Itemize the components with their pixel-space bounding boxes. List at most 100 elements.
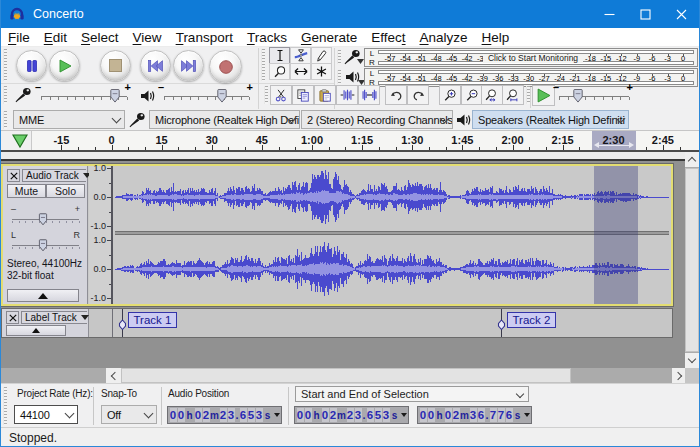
play-at-speed-slider[interactable]: – + [559,88,629,104]
time-dot[interactable]: . [362,409,366,421]
time-digit[interactable]: 5 [248,408,255,422]
slider-thumb[interactable] [39,238,48,251]
time-digit[interactable]: 2 [453,408,460,422]
time-digit[interactable]: 2 [330,408,337,422]
time-digit[interactable]: 3 [383,408,390,422]
draw-tool-button[interactable] [311,47,332,64]
paste-button[interactable] [314,85,336,105]
time-format-dropdown-icon[interactable] [401,413,407,417]
waveform-right-channel[interactable] [115,235,669,302]
recording-meter[interactable]: LR -57-54-51-48-45-42-39-36-33-30-27-24-… [364,48,698,67]
pinned-play-head-button[interactable] [1,131,32,150]
multi-tool-button[interactable] [311,63,332,80]
stop-button[interactable] [100,50,131,81]
time-unit[interactable]: m [210,408,219,422]
vertical-scrollbar-thumb[interactable] [685,168,699,352]
time-format-dropdown-icon[interactable] [274,413,280,417]
menu-generate[interactable]: Generate [294,30,364,45]
time-unit[interactable]: s [390,408,399,422]
skip-to-start-button[interactable] [140,50,171,81]
record-meter-dropdown-icon[interactable] [357,59,364,64]
time-digit[interactable]: 3 [355,408,362,422]
waveform-area[interactable] [115,166,669,304]
scroll-left-button[interactable] [106,368,121,383]
time-digit[interactable]: 6 [478,408,485,422]
vertical-scrollbar[interactable] [685,152,699,368]
time-unit[interactable]: s [263,408,272,422]
zoom-fit-button[interactable] [502,85,524,105]
time-digit[interactable]: 6 [506,408,513,422]
time-digit[interactable]: 2 [347,408,354,422]
time-unit[interactable]: h [185,408,194,422]
time-digit[interactable]: 2 [220,408,227,422]
time-digit[interactable]: 0 [178,408,185,422]
selection-toolbar-grip[interactable] [3,387,7,425]
redo-button[interactable] [407,85,429,105]
label-marker[interactable] [117,309,128,337]
envelope-tool-button[interactable] [290,47,311,64]
menu-help[interactable]: Help [475,30,517,45]
menu-select[interactable]: Select [74,30,126,45]
playback-meter-grip[interactable] [337,70,341,84]
track-label[interactable]: Track 2 [507,312,557,328]
slider-thumb[interactable] [109,89,120,104]
slider-thumb[interactable] [39,212,48,225]
project-rate-combo[interactable]: 44100 [14,405,78,424]
gain-slider[interactable]: – + [12,212,79,226]
playback-device-combo[interactable]: Speakers (Realtek High Definiti [472,110,629,129]
audio-track-close-button[interactable] [7,169,20,182]
label-track-name-menu[interactable]: Label Track [21,311,87,324]
audio-position-field[interactable]: 00h02m23.653s [167,406,282,424]
recording-volume-slider[interactable]: – + [41,88,127,104]
cut-button[interactable] [270,85,292,105]
collapse-label-track-button[interactable] [6,325,66,336]
time-unit[interactable]: h [435,408,444,422]
play-at-speed-grip[interactable] [526,86,530,104]
solo-button[interactable]: Solo [46,184,85,198]
time-unit[interactable]: h [312,408,321,422]
waveform-left-channel[interactable] [115,166,669,231]
label-marker[interactable] [496,309,507,337]
pan-slider[interactable]: L R [12,238,79,252]
mixer-toolbar-grip[interactable] [3,86,7,104]
zoom-tool-button[interactable] [269,63,290,80]
time-digit[interactable]: 7 [498,408,505,422]
horizontal-scrollbar-thumb[interactable] [121,368,571,383]
tools-toolbar-grip[interactable] [261,49,265,81]
time-digit[interactable]: 5 [375,408,382,422]
time-digit[interactable]: 0 [297,408,304,422]
time-digit[interactable]: 3 [470,408,477,422]
timeline-selection[interactable]: 2:30 [592,131,636,150]
time-digit[interactable]: 6 [367,408,374,422]
time-format-dropdown-icon[interactable] [524,413,530,417]
time-digit[interactable]: 3 [256,408,263,422]
scroll-down-button[interactable] [685,353,699,368]
time-digit[interactable]: 0 [170,408,177,422]
minimize-button[interactable] [591,0,627,28]
zoom-out-button[interactable] [461,85,483,105]
transport-toolbar-grip[interactable] [3,49,7,81]
menu-tracks[interactable]: Tracks [240,30,294,45]
time-dot[interactable]: . [235,409,239,421]
menu-effect[interactable]: Effect [364,30,412,45]
silence-audio-button[interactable] [358,85,380,105]
time-dot[interactable]: . [485,409,489,421]
play-button[interactable] [49,50,80,81]
pause-button[interactable] [16,50,47,81]
close-button[interactable] [663,0,699,28]
mute-button[interactable]: Mute [7,184,46,198]
scroll-up-button[interactable] [685,152,699,167]
zoom-selection-button[interactable] [481,85,503,105]
menu-view[interactable]: View [126,30,169,45]
menu-analyze[interactable]: Analyze [413,30,475,45]
record-button[interactable] [209,50,242,83]
menu-transport[interactable]: Transport [169,30,240,45]
selection-end-field[interactable]: 00h02m36.776s [417,406,532,424]
recording-device-combo[interactable]: Microphone (Realtek High Defini [149,110,300,129]
label-track-close-button[interactable] [6,311,19,324]
track-canvas[interactable]: Audio Track Mute Solo – + L R Stereo, 44… [1,152,699,368]
snap-to-combo[interactable]: Off [101,405,157,424]
zoom-in-button[interactable] [439,85,461,105]
audio-track-name-menu[interactable]: Audio Track [22,169,86,182]
time-digit[interactable]: 0 [428,408,435,422]
